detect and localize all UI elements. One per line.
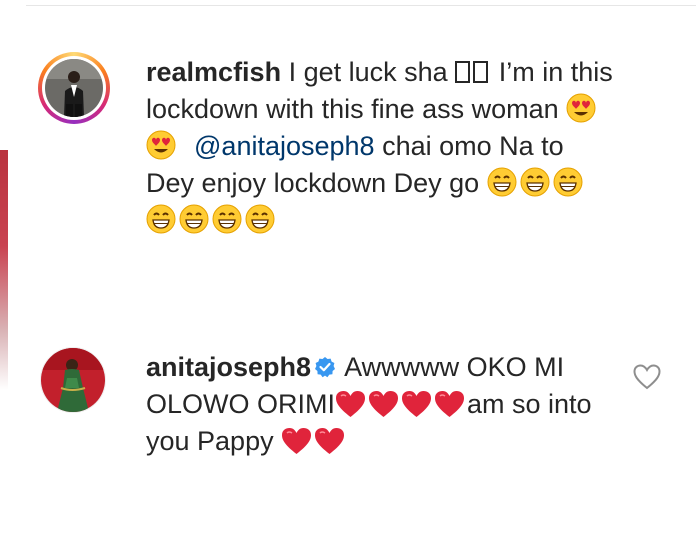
story-ring[interactable] <box>38 52 110 124</box>
instagram-comments-screen: realmcfish I get luck sha I’m in this lo… <box>0 0 696 544</box>
comment-username[interactable]: realmcfish <box>146 57 281 87</box>
grinning-emoji-icon <box>552 167 583 197</box>
avatar-border <box>42 56 106 120</box>
heart-eyes-emoji-icon <box>566 93 596 123</box>
grinning-emoji-icon <box>179 204 209 234</box>
background-photo-edge <box>0 150 8 390</box>
red-heart-emoji-icon <box>281 427 312 455</box>
comment-body-start: I get luck sha <box>288 57 448 87</box>
woman-green-dress-avatar-icon <box>41 348 105 412</box>
missing-glyph-icon <box>473 61 489 83</box>
comment-text: realmcfish I get luck sha I’m in this lo… <box>146 54 616 239</box>
comment-username[interactable]: anitajoseph8 <box>146 352 311 382</box>
grinning-emoji-icon <box>212 204 242 234</box>
grinning-emoji-icon <box>519 167 550 197</box>
like-heart-outline-icon[interactable] <box>632 363 662 391</box>
verified-badge-icon <box>315 357 336 378</box>
red-heart-emoji-icon <box>314 427 345 455</box>
avatar[interactable] <box>40 347 106 413</box>
grinning-emoji-icon <box>146 204 176 234</box>
comment-text: anitajoseph8 Awwwww OKO MI OLOWO ORIMI am… <box>146 349 596 460</box>
mention-link[interactable]: @anitajoseph8 <box>194 131 375 161</box>
red-heart-emoji-icon <box>368 390 399 418</box>
grinning-emoji-icon <box>245 204 275 234</box>
red-heart-emoji-icon <box>401 390 432 418</box>
avatar[interactable] <box>45 59 103 117</box>
red-heart-emoji-icon <box>434 390 465 418</box>
missing-glyph-icon <box>455 61 471 83</box>
heart-eyes-emoji-icon <box>146 130 176 160</box>
grinning-emoji-icon <box>486 167 517 197</box>
red-heart-emoji-icon <box>335 390 366 418</box>
man-in-suit-avatar-icon <box>45 59 103 117</box>
top-divider <box>26 5 696 6</box>
